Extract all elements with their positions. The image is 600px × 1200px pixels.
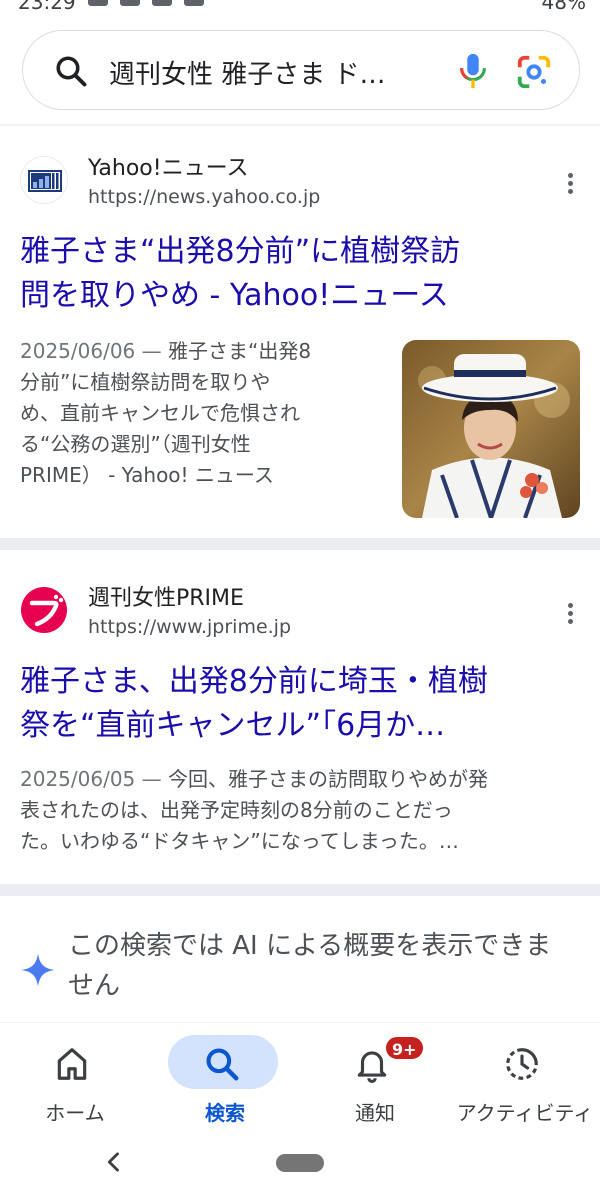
microphone-icon[interactable] bbox=[455, 51, 491, 91]
ai-message-line: この検索では AI による概要を表示できま bbox=[68, 931, 552, 961]
snippet-line: 表されたのは、出発予定時刻の8分前のことだっ bbox=[20, 798, 453, 822]
search-query[interactable]: 週刊女性 雅子さま ド… bbox=[109, 54, 419, 91]
search-icon bbox=[56, 56, 87, 87]
activity-icon bbox=[506, 1048, 538, 1080]
nav-label: アクティビティ bbox=[456, 1101, 594, 1125]
site-url[interactable]: https://www.jprime.jp bbox=[88, 616, 291, 638]
notification-icon bbox=[88, 0, 108, 6]
snippet-line: 雅子さま“出発8 bbox=[168, 339, 312, 363]
jprime-logo-icon bbox=[21, 587, 67, 633]
snippet-line: 分前”に植樹祭訪問を取りや bbox=[20, 370, 271, 394]
nav-label: 通知 bbox=[355, 1101, 395, 1125]
nav-notifications[interactable]: 9+ 通知 bbox=[300, 1023, 450, 1135]
home-gesture-pill[interactable] bbox=[276, 1154, 324, 1172]
result-title-line[interactable]: 問を取りやめ - Yahoo!ニュース bbox=[20, 274, 460, 318]
notification-badge: 9+ bbox=[384, 1035, 425, 1061]
site-name[interactable]: Yahoo!ニュース bbox=[88, 150, 248, 182]
google-lens-icon[interactable] bbox=[515, 53, 553, 91]
notification-icon bbox=[152, 0, 172, 6]
site-favicon bbox=[20, 586, 68, 634]
more-options-icon[interactable] bbox=[560, 600, 580, 628]
site-name[interactable]: 週刊女性PRIME bbox=[88, 580, 244, 612]
nav-activity[interactable]: アクティビティ bbox=[450, 1023, 600, 1135]
result-title-line[interactable]: 祭を“直前キャンセル”「6月か… bbox=[20, 704, 488, 748]
search-bar[interactable]: 週刊女性 雅子さま ド… bbox=[22, 30, 580, 110]
section-divider bbox=[0, 884, 600, 896]
home-icon bbox=[57, 1048, 87, 1080]
search-result[interactable]: Yahoo!ニュース https://news.yahoo.co.jp 雅子さま… bbox=[0, 126, 600, 538]
section-divider bbox=[0, 538, 600, 550]
notification-icon bbox=[184, 0, 204, 6]
notification-icon bbox=[120, 0, 140, 6]
site-url[interactable]: https://news.yahoo.co.jp bbox=[88, 186, 320, 208]
result-snippet: 2025/06/05 — 今回、雅子さまの訪問取りやめが発 表されたのは、出発予… bbox=[20, 764, 580, 857]
photo-thumbnail-image bbox=[402, 340, 580, 518]
back-chevron-icon[interactable] bbox=[100, 1148, 128, 1176]
more-options-icon[interactable] bbox=[560, 170, 580, 198]
snippet-line: め、直前キャンセルで危惧され bbox=[20, 401, 300, 425]
nav-home[interactable]: ホーム bbox=[0, 1023, 150, 1135]
result-title-line[interactable]: 雅子さま、出発8分前に埼玉・植樹 bbox=[20, 660, 488, 704]
nav-search[interactable]: 検索 bbox=[150, 1023, 300, 1135]
nav-label: 検索 bbox=[205, 1101, 245, 1125]
snippet-line: 今回、雅子さまの訪問取りやめが発 bbox=[168, 767, 488, 791]
result-date: 2025/06/05 — bbox=[20, 767, 162, 791]
result-title[interactable]: 雅子さま“出発8分前”に植樹祭訪 問を取りやめ - Yahoo!ニュース bbox=[20, 230, 460, 318]
result-date: 2025/06/06 — bbox=[20, 339, 162, 363]
result-snippet: 2025/06/06 — 雅子さま“出発8 分前”に植樹祭訪問を取りや め、直前… bbox=[20, 336, 390, 491]
status-time: 23:29 bbox=[18, 0, 76, 14]
result-title-line[interactable]: 雅子さま“出発8分前”に植樹祭訪 bbox=[20, 230, 460, 274]
bottom-navigation: ホーム 検索 9+ 通知 アクティビティ bbox=[0, 1022, 600, 1134]
snippet-line: PRIME） - Yahoo! ニュース bbox=[20, 463, 274, 487]
result-title[interactable]: 雅子さま、出発8分前に埼玉・植樹 祭を“直前キャンセル”「6月か… bbox=[20, 660, 488, 748]
ai-message-line: せん bbox=[68, 971, 121, 1001]
gemini-sparkle-icon bbox=[21, 953, 55, 987]
ai-overview-unavailable: この検索では AI による概要を表示できま せん bbox=[0, 908, 600, 1018]
nav-label: ホーム bbox=[45, 1101, 105, 1125]
ai-overview-message: この検索では AI による概要を表示できま せん bbox=[68, 926, 588, 1006]
site-favicon bbox=[20, 156, 68, 204]
snippet-line: た。いわゆる“ドタキャン”になってしまった。… bbox=[20, 829, 459, 853]
result-thumbnail[interactable] bbox=[402, 340, 580, 518]
search-icon bbox=[206, 1048, 239, 1081]
snippet-line: る“公務の選別”（週刊女性 bbox=[20, 432, 251, 456]
search-result[interactable]: 週刊女性PRIME https://www.jprime.jp 雅子さま、出発8… bbox=[0, 550, 600, 884]
battery-level: 48% bbox=[541, 0, 586, 14]
status-bar: 23:29 48% bbox=[0, 0, 600, 14]
yahoo-news-logo-icon bbox=[28, 170, 62, 192]
system-navigation-bar bbox=[0, 1134, 600, 1200]
